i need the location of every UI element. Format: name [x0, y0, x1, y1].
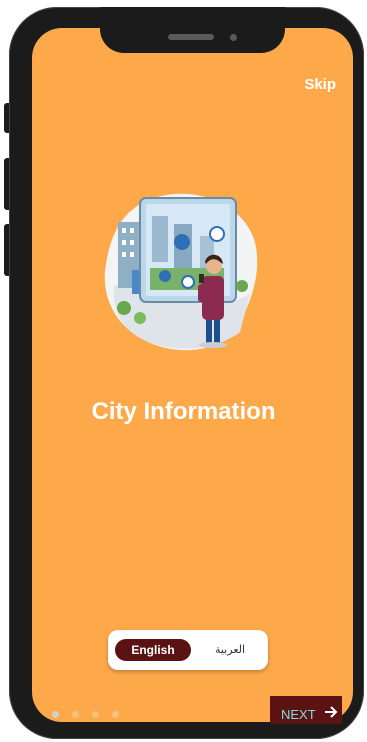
page-dot-1 — [52, 711, 59, 718]
skip-button[interactable]: Skip — [304, 76, 336, 93]
next-button[interactable]: NEXT — [270, 696, 342, 724]
onboarding-title: City Information — [91, 398, 276, 425]
phone-notch — [100, 7, 285, 53]
language-toggle: English العربية — [108, 630, 268, 670]
onboarding-screen — [32, 28, 353, 722]
page-dot-3 — [92, 711, 99, 718]
arrow-right-icon — [325, 706, 338, 718]
page-dot-2 — [72, 711, 79, 718]
language-option-arabic[interactable]: العربية — [198, 639, 262, 661]
front-camera — [230, 34, 237, 41]
language-option-english[interactable]: English — [115, 639, 191, 661]
next-label: NEXT — [281, 707, 316, 722]
page-dot-4 — [112, 711, 119, 718]
speaker-grille — [168, 34, 214, 40]
city-information-illustration — [104, 193, 258, 351]
